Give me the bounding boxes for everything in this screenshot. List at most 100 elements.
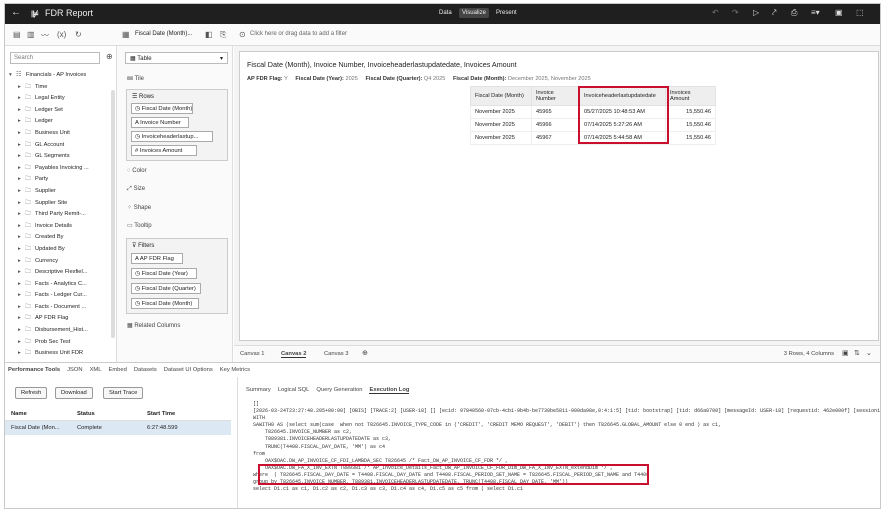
tab-perf-3[interactable]: Embed (108, 367, 126, 373)
tree-item[interactable]: ▸ 🗀 Disbursement_Hist... (9, 325, 112, 337)
share-icon[interactable]: ⤤ (772, 8, 777, 18)
tab-canvas-1[interactable]: Canvas 1 (240, 351, 265, 357)
tree-item[interactable]: ▸ 🗀 Business Unit (9, 128, 112, 140)
tree-item[interactable]: ▸ 🗀 Created By (9, 232, 112, 244)
menu-icon[interactable]: ≡▾ (811, 8, 820, 17)
tab-perf-4[interactable]: Datasets (134, 367, 157, 373)
tree-item[interactable]: ▸ 🗀 AP FDR Flag (9, 313, 112, 325)
redo-icon[interactable]: ↷ (732, 8, 739, 17)
tree-item[interactable]: ▸ 🗀 Business Unit FDR (9, 348, 112, 360)
tree-item[interactable]: ▸ 🗀 Facts - Document ... (9, 302, 112, 314)
tree-item[interactable]: ▸ 🗀 Supplier Site (9, 198, 112, 210)
sort-icon[interactable]: ⇅ (854, 349, 860, 357)
color-section[interactable]: ◌ Color (127, 168, 147, 174)
refresh-button[interactable]: Refresh (15, 387, 48, 399)
grid-view-icon[interactable]: ▣ (842, 349, 849, 357)
tile-section[interactable]: ㎜ Tile (127, 73, 144, 82)
add-canvas-icon[interactable]: ⊕ (362, 349, 368, 357)
row-pill-fiscal-month[interactable]: ◷ Fiscal Date (Month) (131, 103, 193, 114)
tree-item[interactable]: ▸ 🗀 GL Account (9, 140, 112, 152)
tab-perf-2[interactable]: XML (90, 367, 102, 373)
report-logo-icon: ⊯ (31, 9, 39, 19)
col-header-invoices-amount[interactable]: Invoices Amount (665, 86, 716, 106)
tree-item[interactable]: ▸ 🗀 Party (9, 174, 112, 186)
tree-item[interactable]: ▸ 🗀 Third Party Remit-... (9, 209, 112, 221)
filters-dropzone[interactable]: ⊽ Filters A AP FDR Flag ◷ Fiscal Date (Y… (126, 238, 228, 314)
mode-present[interactable]: Present (493, 8, 520, 18)
tree-item[interactable]: ▸ 🗀 Invoice Details (9, 221, 112, 233)
folder-icon: 🗀 (25, 303, 32, 310)
size-section[interactable]: ⤢ Size (127, 186, 145, 193)
table-row[interactable]: Fiscal Date (Mon... Complete 6:27:48.599 (5, 421, 231, 435)
undo-icon[interactable]: ↶ (712, 8, 719, 17)
play-icon[interactable]: ▷ (753, 8, 759, 17)
chevron-icon[interactable]: ⌄ (866, 349, 872, 357)
variable-icon[interactable]: (x) (57, 30, 66, 39)
highlight-box-from-clause (258, 464, 649, 485)
tree-item[interactable]: ▸ 🗀 Time (9, 82, 112, 94)
tree-item[interactable]: ▸ 🗀 Supplier (9, 186, 112, 198)
tab-detail-2[interactable]: Query Generation (316, 387, 362, 393)
tab-detail-0[interactable]: Summary (246, 387, 271, 393)
analytics-icon[interactable]: 〰 (41, 30, 49, 41)
tab-detail-3[interactable]: Execution Log (369, 387, 410, 394)
tab-canvas-3[interactable]: Canvas 3 (324, 351, 349, 357)
tab-perf-6[interactable]: Key Metrics (220, 367, 250, 373)
query-log-table: Name Status Start Time Fiscal Date (Mon.… (5, 407, 231, 435)
data-panel-icon[interactable]: ▤ (13, 30, 21, 39)
tree-item[interactable]: ▸ 🗀 Ledger Set (9, 105, 112, 117)
scrollbar[interactable] (111, 90, 115, 338)
properties-icon[interactable]: ◧ (205, 30, 213, 39)
back-arrow-icon[interactable]: ← (11, 7, 21, 18)
table-visualization[interactable]: Fiscal Date (Month), Invoice Number, Inv… (239, 51, 879, 341)
chevron-right-icon: ▸ (18, 292, 21, 299)
related-columns[interactable]: ▦ Related Columns (127, 322, 180, 329)
tab-perf-0[interactable]: Performance Tools (8, 367, 60, 373)
tree-item[interactable]: ▸ 🗀 GL Segments (9, 151, 112, 163)
tree-item[interactable]: ▸ 🗀 Ledger (9, 116, 112, 128)
tree-item[interactable]: ▸ 🗀 Descriptive Flexfiel... (9, 267, 112, 279)
refresh-icon[interactable]: ↻ (75, 30, 82, 39)
folder-icon: 🗀 (25, 292, 32, 299)
tab-perf-1[interactable]: JSON (67, 367, 82, 373)
log-line: select D1.c1 as c1, D1.c2 as c2, D1.c3 a… (253, 486, 524, 493)
tree-root[interactable]: ▾ ☷ Financials - AP Invoices (9, 70, 112, 82)
tab-canvas-2[interactable]: Canvas 2 (281, 351, 307, 358)
row-pill-invoices-amount[interactable]: # Invoices Amount (131, 145, 197, 156)
shape-section[interactable]: ⁘ Shape (127, 204, 151, 211)
col-header-fiscal-month[interactable]: Fiscal Date (Month) (470, 86, 532, 106)
filter-pill-year[interactable]: ◷ Fiscal Date (Year) (131, 268, 197, 279)
tree-item[interactable]: ▸ 🗀 Facts - Analytics C... (9, 279, 112, 291)
tree-item[interactable]: ▸ 🗀 Payables Invoicing ... (9, 163, 112, 175)
viz-type-select[interactable]: ▦ Table ▾ (125, 52, 228, 64)
folder-icon: 🗀 (25, 222, 32, 229)
mode-data[interactable]: Data (436, 8, 455, 18)
tooltip-section[interactable]: ▭ Tooltip (127, 222, 152, 229)
link-icon[interactable]: ⎘ (220, 30, 226, 40)
tree-item[interactable]: ▸ 🗀 Legal Entity (9, 93, 112, 105)
filter-pill-quarter[interactable]: ◷ Fiscal Date (Quarter) (131, 283, 201, 294)
rows-dropzone[interactable]: ☰ Rows ◷ Fiscal Date (Month) A Invoice N… (126, 89, 228, 161)
row-pill-invoice-number[interactable]: A Invoice Number (131, 117, 189, 128)
log-line: [2026-03-24T23:27:48.205+00:00] [OBIS] [… (253, 408, 881, 415)
save-icon[interactable]: ▣ (835, 8, 843, 17)
tab-perf-5[interactable]: Dataset UI Options (164, 367, 213, 373)
viz-panel-icon[interactable]: ▥ (27, 30, 35, 39)
search-input[interactable]: Search (10, 52, 100, 64)
filter-placeholder[interactable]: Click here or drag data to add a filter (250, 31, 347, 37)
tree-item[interactable]: ▸ 🗀 Currency (9, 256, 112, 268)
add-data-icon[interactable]: ⊕ (106, 52, 113, 61)
filter-pill-ap-fdr-flag[interactable]: A AP FDR Flag (131, 253, 183, 264)
download-button[interactable]: Download (55, 387, 93, 399)
filter-pill-month[interactable]: ◷ Fiscal Date (Month) (131, 298, 199, 309)
row-pill-invoiceheader[interactable]: ◷ Invoiceheaderlastup... (131, 131, 213, 142)
mode-visualize[interactable]: Visualize (459, 8, 489, 18)
tree-item[interactable]: ▸ 🗀 Updated By (9, 244, 112, 256)
tree-item[interactable]: ▸ 🗀 Facts - Ledger Cur... (9, 290, 112, 302)
print-icon[interactable]: ⎙ (791, 8, 797, 18)
start-trace-button[interactable]: Start Trace (103, 387, 144, 399)
tree-item[interactable]: ▸ 🗀 Prob Sec Test (9, 337, 112, 349)
document-icon[interactable]: ⬚ (856, 8, 864, 17)
tab-detail-1[interactable]: Logical SQL (278, 387, 310, 393)
col-header-invoice-number[interactable]: Invoice Number (531, 86, 580, 106)
